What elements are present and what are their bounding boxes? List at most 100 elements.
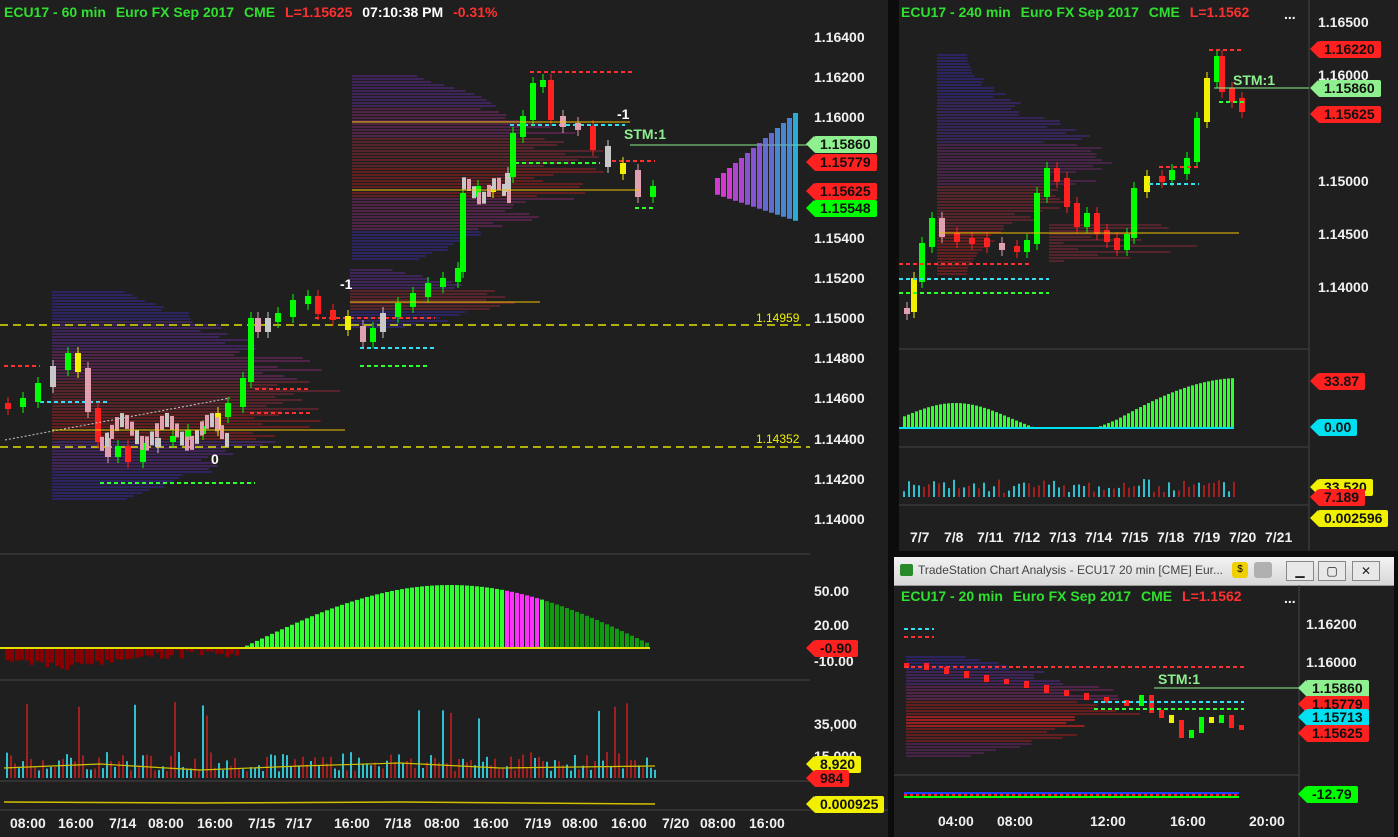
oscillator-bar — [35, 648, 39, 661]
oscillator-bar — [555, 604, 559, 648]
price-tick: 1.16200 — [814, 69, 865, 85]
volume-bar — [110, 761, 112, 778]
candle — [482, 191, 486, 204]
chart-20-title: ECU17 - 20 min Euro FX Sep 2017 CME L=1.… — [901, 588, 1291, 604]
volume-bar — [302, 756, 304, 778]
candle — [290, 300, 296, 317]
volume-bar — [1148, 479, 1150, 497]
volume-bar — [394, 762, 396, 778]
volume-bar — [1028, 483, 1030, 497]
oscillator-bar — [410, 587, 414, 648]
volume-bar — [1078, 484, 1080, 497]
volume-bar — [130, 770, 132, 778]
projection-bar — [727, 168, 732, 199]
volume-bar — [602, 760, 604, 778]
price-tag-green: 1.15860 — [806, 136, 877, 153]
price-tick: 1.15200 — [814, 270, 865, 286]
volume-bar — [66, 754, 68, 778]
candle — [330, 310, 336, 320]
time-tick: 08:00 — [700, 815, 736, 831]
volume-bar — [1198, 482, 1200, 497]
candle — [360, 326, 366, 342]
oscillator-bar — [125, 648, 129, 660]
volume-bar — [1193, 484, 1195, 497]
volume-bar — [1128, 487, 1130, 497]
signal-annotation: -1 — [340, 276, 353, 292]
oscillator-bar — [1123, 415, 1126, 428]
oscillator-bar — [620, 631, 624, 648]
oscillator-bar — [1207, 381, 1210, 428]
volume-bar — [908, 481, 910, 497]
volume-bar — [442, 710, 444, 778]
volume-bar — [1018, 483, 1020, 497]
main-chart-window[interactable]: ECU17 - 60 min Euro FX Sep 2017 CME L=1.… — [0, 0, 888, 837]
candle — [1159, 710, 1164, 718]
volume-bar — [958, 488, 960, 497]
indicator-line — [3, 801, 656, 805]
price-tick: 1.14000 — [1318, 279, 1369, 295]
oscillator-bar — [305, 618, 309, 648]
oscillator-bar — [470, 585, 474, 648]
volume-bar — [1228, 491, 1230, 497]
time-tick: 7/17 — [285, 815, 313, 831]
oscillator-bar — [50, 648, 54, 663]
volume-bar — [458, 759, 460, 778]
chart-20-window[interactable]: TradeStation Chart Analysis - ECU17 20 m… — [894, 557, 1394, 837]
time-tick: 7/20 — [662, 815, 690, 831]
volume-bar — [62, 758, 64, 778]
oscillator-bar — [335, 606, 339, 648]
main-chart-canvas[interactable] — [0, 0, 888, 837]
volume-bar — [158, 770, 160, 778]
candle — [530, 83, 536, 120]
candle — [85, 368, 91, 412]
volume-bar — [370, 765, 372, 778]
oscillator-bar — [170, 648, 174, 656]
exchange-label: CME — [244, 4, 276, 20]
candle — [395, 303, 401, 317]
volume-bar — [470, 760, 472, 778]
volume-bar — [18, 768, 20, 778]
oscillator-bar — [590, 617, 594, 648]
price-tag-cyan: 1.15713 — [1298, 709, 1369, 726]
volume-bar — [350, 752, 352, 778]
projection-bar — [775, 128, 780, 215]
volume-bar — [294, 759, 296, 778]
candle — [75, 353, 81, 372]
volume-bar — [1138, 485, 1140, 497]
candle — [195, 429, 199, 444]
candle — [275, 313, 281, 322]
volume-bar — [1098, 486, 1100, 497]
volume-bar — [154, 770, 156, 778]
oscillator-bar — [1151, 401, 1154, 428]
volume-bar — [126, 761, 128, 778]
oscillator-bar — [983, 407, 986, 428]
candle — [425, 283, 431, 297]
osc-tag: -12.79 — [1298, 786, 1358, 803]
signal-annotation: 0 — [211, 451, 219, 467]
stm-label: STM:1 — [1233, 72, 1275, 88]
candle — [265, 318, 271, 332]
symbol-label: ECU17 - 60 min — [4, 4, 106, 20]
time-tick: 7/7 — [910, 529, 930, 545]
candle — [548, 80, 554, 120]
oscillator-bar — [1183, 387, 1186, 428]
oscillator-bar — [40, 648, 44, 663]
candle — [65, 353, 71, 370]
volume-bar — [1073, 484, 1075, 497]
volume-bar — [630, 760, 632, 778]
oscillator-bar — [963, 403, 966, 428]
price-tick: 1.15400 — [814, 230, 865, 246]
volume-bar — [410, 758, 412, 778]
oscillator-bar — [395, 589, 399, 648]
oscillator-bar — [540, 599, 544, 648]
candle — [635, 170, 641, 197]
chart-240-window[interactable]: ECU17 - 240 min Euro FX Sep 2017 CME L=1… — [899, 0, 1398, 551]
candle — [1084, 693, 1089, 700]
volume-bar — [1038, 485, 1040, 497]
volume-bar — [494, 758, 496, 778]
oscillator-bar — [450, 585, 454, 648]
candle — [205, 414, 209, 429]
price-tag-red: 1.15625 — [1310, 106, 1381, 123]
oscillator-bar — [535, 598, 539, 648]
oscillator-bar — [575, 611, 579, 648]
